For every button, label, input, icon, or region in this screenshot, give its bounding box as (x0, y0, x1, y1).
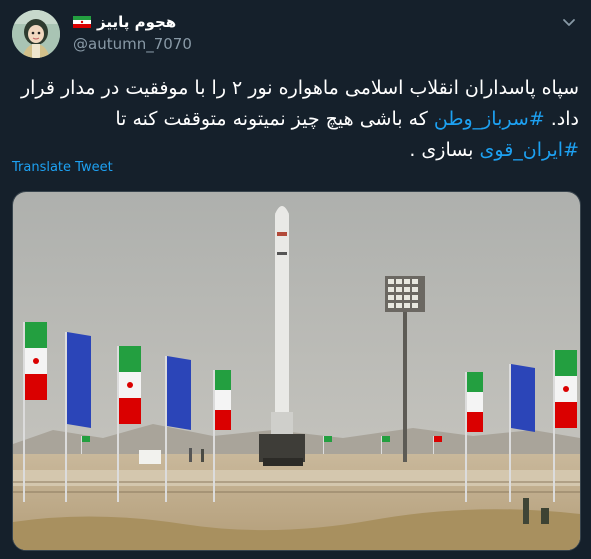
tweet-text-part: که باشی هیچ چیز نمیتونه متوقفت کنه تا (115, 108, 434, 130)
translate-tweet-link[interactable]: Translate Tweet (12, 160, 113, 175)
iran-flag-icon (73, 16, 91, 28)
chevron-down-icon[interactable] (561, 14, 577, 30)
cartoon-avatar-icon (12, 10, 60, 58)
display-name[interactable]: هجوم پاییز (97, 13, 176, 31)
tweet-text: سپاه پاسداران انقلاب اسلامی ماهواره نور … (12, 73, 579, 166)
avatar[interactable] (12, 10, 60, 58)
tweet-photo[interactable] (12, 191, 581, 551)
hashtag-link[interactable]: #ایران_قوی (480, 139, 579, 161)
rocket-launch-photo (13, 192, 580, 550)
hashtag-link[interactable]: #سرباز_وطن (434, 108, 545, 130)
user-handle[interactable]: @autumn_7070 (73, 35, 192, 53)
display-name-row[interactable]: هجوم پاییز (73, 13, 176, 31)
tweet-header: هجوم پاییز @autumn_7070 (0, 0, 591, 70)
tweet-text-part: بسازی . (409, 139, 480, 161)
